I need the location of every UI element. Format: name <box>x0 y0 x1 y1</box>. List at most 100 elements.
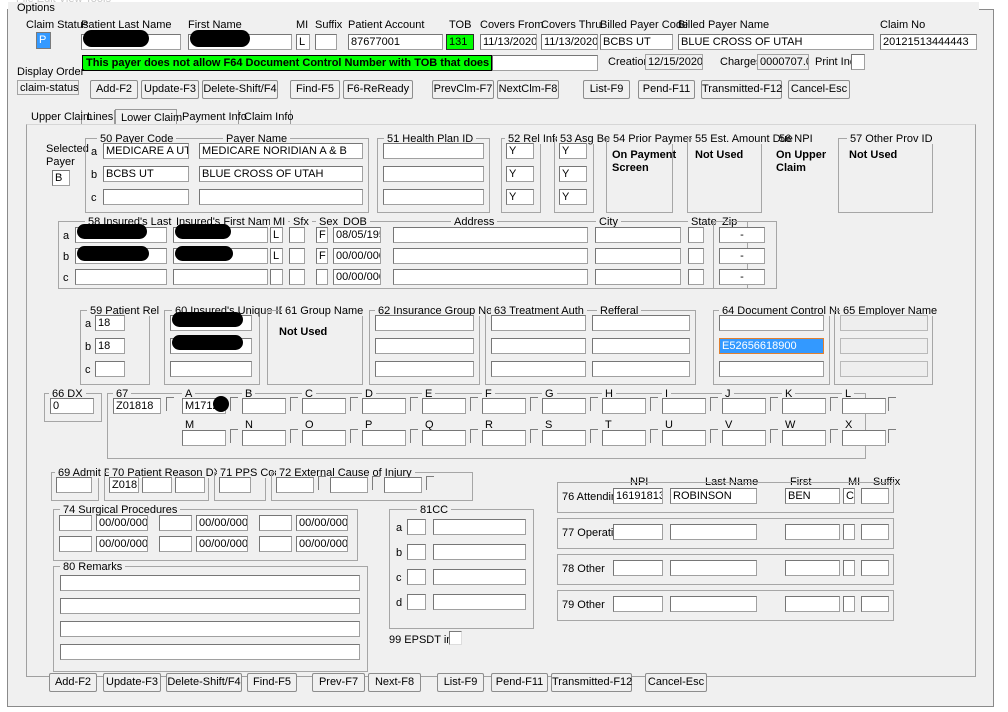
surgical-code-field[interactable] <box>259 536 292 552</box>
external-cause-field[interactable] <box>276 477 314 493</box>
insured-sex-field[interactable]: F <box>316 248 328 264</box>
footer-button-pend[interactable]: Pend-F11 <box>491 673 548 692</box>
dx66-field[interactable]: 0 <box>50 398 94 414</box>
dx67-field-d[interactable] <box>362 398 406 414</box>
payer-code-field[interactable] <box>103 189 189 205</box>
cc81-value-field[interactable] <box>433 544 526 560</box>
dx67-field-k[interactable] <box>782 398 826 414</box>
tob-field[interactable]: 131 <box>446 34 474 50</box>
remarks-field[interactable] <box>60 621 360 637</box>
dx67-bracket-x[interactable] <box>888 429 896 443</box>
dx67-bracket-t[interactable] <box>650 429 658 443</box>
surgical-date-field[interactable]: 00/00/0000 <box>296 515 348 531</box>
payer-code-field[interactable]: BCBS UT <box>103 166 189 182</box>
external-cause-field[interactable] <box>330 477 368 493</box>
dx67-bracket-d[interactable] <box>410 397 418 411</box>
footer-button-add[interactable]: Add-F2 <box>49 673 97 692</box>
footer-button-list[interactable]: List-F9 <box>437 673 484 692</box>
insured-zip-field[interactable]: - <box>719 269 765 285</box>
health-plan-id-field[interactable] <box>383 143 484 159</box>
claim-no-field[interactable]: 20121513444443 <box>880 34 977 50</box>
other79-first-field[interactable] <box>785 596 840 612</box>
other78-first-field[interactable] <box>785 560 840 576</box>
surgical-date-field[interactable]: 00/00/0000 <box>196 515 248 531</box>
treatment-auth-field[interactable] <box>491 338 586 354</box>
epsdt-checkbox[interactable] <box>449 631 462 645</box>
insured-address-field[interactable] <box>393 227 588 243</box>
external-cause-bracket[interactable] <box>426 476 434 490</box>
billed-payer-code-field[interactable]: BCBS UT <box>600 34 673 50</box>
cc81-code-field[interactable] <box>407 519 426 535</box>
insured-city-field[interactable] <box>595 248 681 264</box>
rel-info-field[interactable]: Y <box>506 189 534 205</box>
dx67-bracket-m[interactable] <box>230 429 238 443</box>
asg-ben-field[interactable]: Y <box>559 189 587 205</box>
dx67-field-r[interactable] <box>482 430 526 446</box>
dx67-field-n[interactable] <box>242 430 286 446</box>
insured-sfx-field[interactable] <box>289 269 305 285</box>
footer-button-next[interactable]: Next-F8 <box>368 673 421 692</box>
insured-city-field[interactable] <box>595 227 681 243</box>
insured-unique-id-field[interactable] <box>170 361 252 377</box>
dx67-bracket-v[interactable] <box>770 429 778 443</box>
header-button-prev-claim[interactable]: PrevClm-F7 <box>432 80 494 99</box>
external-cause-field[interactable] <box>384 477 422 493</box>
dx67-principal-bracket[interactable] <box>166 397 174 411</box>
patient-reason-dx-field[interactable]: Z01818 <box>109 477 139 493</box>
remarks-field[interactable] <box>60 598 360 614</box>
header-button-reready[interactable]: F6-ReReady <box>343 80 413 99</box>
dx67-bracket-g[interactable] <box>590 397 598 411</box>
dx67-bracket-b[interactable] <box>290 397 298 411</box>
header-button-list[interactable]: List-F9 <box>583 80 630 99</box>
tab-payment-info[interactable]: Payment Info <box>177 110 247 125</box>
footer-button-prev[interactable]: Prev-F7 <box>312 673 365 692</box>
admit-dx-field[interactable] <box>56 477 92 493</box>
document-control-number-field[interactable] <box>719 361 824 377</box>
payer-name-field[interactable]: MEDICARE NORIDIAN A & B <box>199 143 363 159</box>
other78-npi-field[interactable] <box>613 560 663 576</box>
insured-dob-field[interactable]: 00/00/0000 <box>333 269 381 285</box>
header-button-next-claim[interactable]: NextClm-F8 <box>497 80 559 99</box>
other79-npi-field[interactable] <box>613 596 663 612</box>
dx67-bracket-a[interactable] <box>230 397 238 411</box>
remarks-field[interactable] <box>60 575 360 591</box>
insured-sfx-field[interactable] <box>289 227 305 243</box>
dx67-bracket-f[interactable] <box>530 397 538 411</box>
remarks-field[interactable] <box>60 644 360 660</box>
cc81-value-field[interactable] <box>433 594 526 610</box>
dx67-field-w[interactable] <box>782 430 826 446</box>
dx67-field-u[interactable] <box>662 430 706 446</box>
dx67-field-l[interactable] <box>842 398 886 414</box>
dx67-field-m[interactable] <box>182 430 226 446</box>
payer-name-field[interactable]: BLUE CROSS OF UTAH <box>199 166 363 182</box>
dx67-bracket-s[interactable] <box>590 429 598 443</box>
tab-lower-claim[interactable]: Lower Claim <box>115 109 182 125</box>
asg-ben-field[interactable]: Y <box>559 166 587 182</box>
other79-suffix-field[interactable] <box>861 596 889 612</box>
insured-mi-field[interactable]: L <box>270 227 283 243</box>
patient-rel-field[interactable]: 18 <box>95 315 125 331</box>
display-order-field[interactable]: claim-status <box>17 80 79 95</box>
insured-dob-field[interactable]: 08/05/1950 <box>333 227 381 243</box>
insured-state-field[interactable] <box>688 227 704 243</box>
insured-zip-field[interactable]: - <box>719 248 765 264</box>
dx67-field-g[interactable] <box>542 398 586 414</box>
surgical-date-field[interactable]: 00/00/0000 <box>96 536 148 552</box>
dx67-field-o[interactable] <box>302 430 346 446</box>
tab-upper-claim[interactable]: Upper Claim <box>26 110 92 125</box>
header-button-find[interactable]: Find-F5 <box>290 80 340 99</box>
dx67-field-c[interactable] <box>302 398 346 414</box>
dx67-field-q[interactable] <box>422 430 466 446</box>
dx67-bracket-k[interactable] <box>830 397 838 411</box>
insurance-group-no-field[interactable] <box>375 361 474 377</box>
attending-last-field[interactable]: ROBINSON <box>670 488 757 504</box>
covers-from-field[interactable]: 11/13/2020 <box>480 34 537 50</box>
dx67-bracket-c[interactable] <box>350 397 358 411</box>
patient-account-field[interactable]: 87677001 <box>348 34 443 50</box>
header-button-delete[interactable]: Delete-Shift/F4 <box>202 80 278 99</box>
patient-rel-field[interactable]: 18 <box>95 338 125 354</box>
patient-rel-field[interactable] <box>95 361 125 377</box>
treatment-auth-field[interactable] <box>491 361 586 377</box>
asg-ben-field[interactable]: Y <box>559 143 587 159</box>
refferal-field[interactable] <box>592 315 690 331</box>
